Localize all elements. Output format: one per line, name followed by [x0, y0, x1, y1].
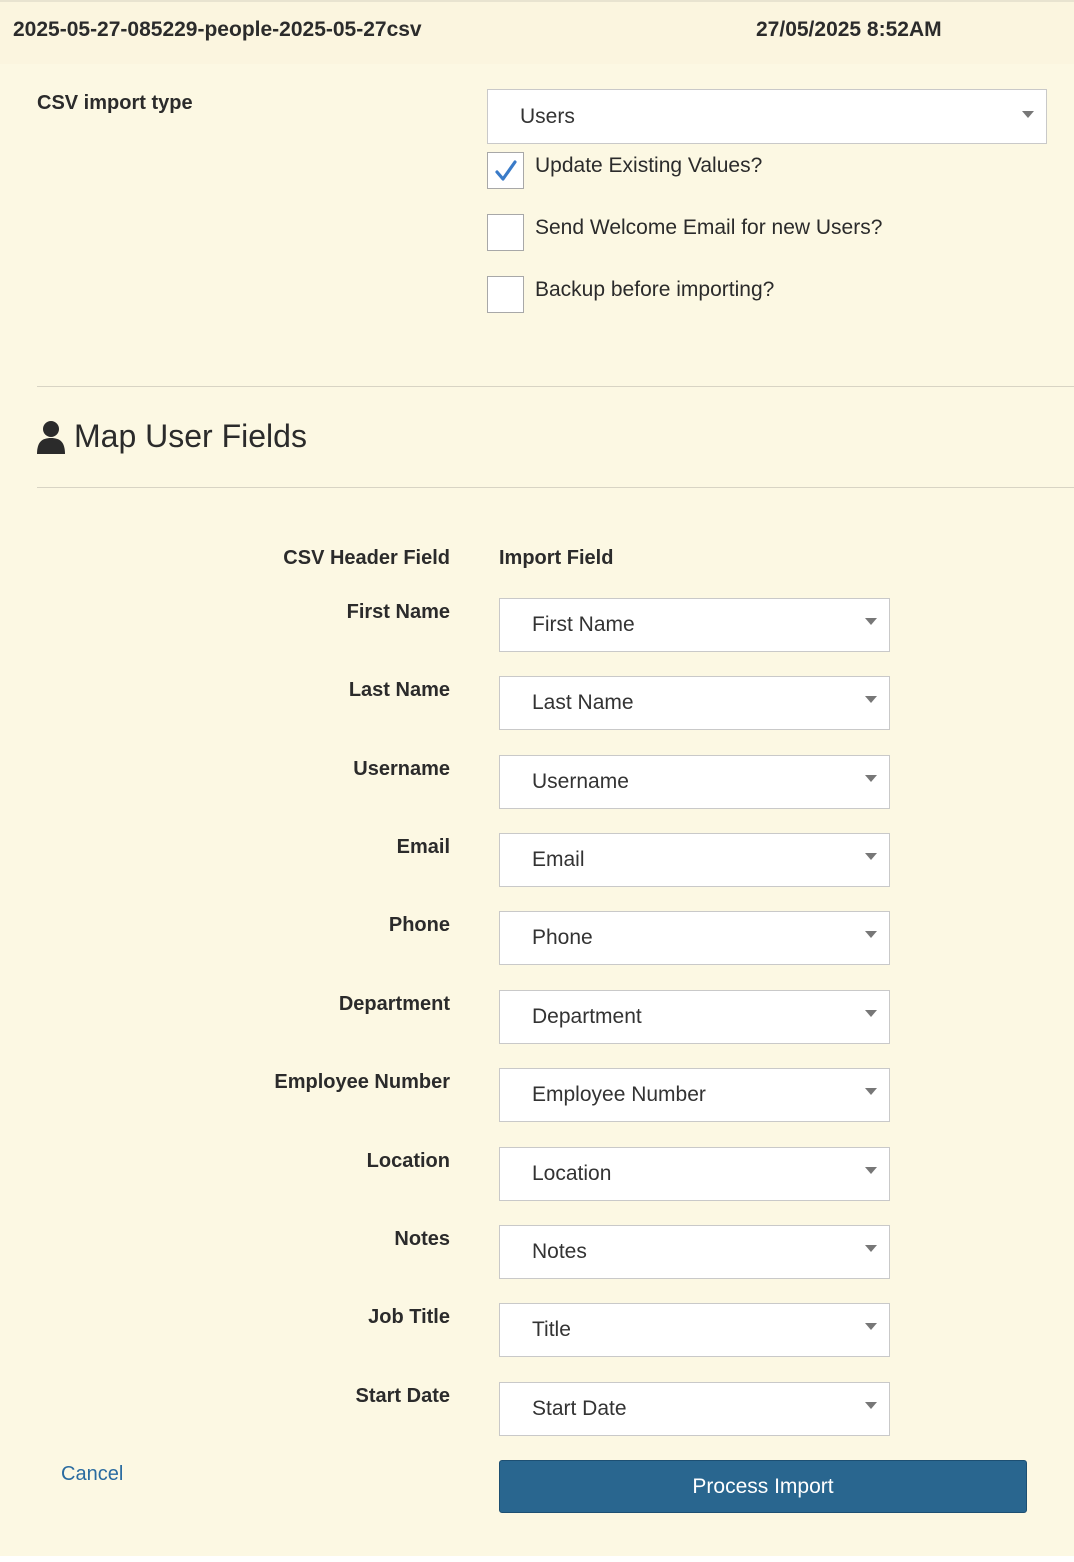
caret-down-icon: [865, 853, 877, 860]
cancel-link[interactable]: Cancel: [61, 1463, 123, 1486]
import-field-value: Notes: [532, 1240, 587, 1263]
csv-field-label: Employee Number: [274, 1071, 450, 1093]
caret-down-icon: [865, 1088, 877, 1095]
import-field-select[interactable]: Email: [499, 833, 890, 887]
import-field-select[interactable]: Phone: [499, 911, 890, 965]
csv-field-label: Email: [396, 836, 450, 858]
import-type-select[interactable]: Users: [487, 89, 1047, 144]
csv-field-label: Department: [338, 993, 450, 1015]
import-field-select[interactable]: Start Date: [499, 1382, 890, 1436]
csv-header-column-title: CSV Header Field: [283, 547, 450, 569]
csv-field-label: First Name: [346, 601, 450, 623]
caret-down-icon: [865, 775, 877, 782]
csv-field-label: Username: [353, 758, 450, 780]
caret-down-icon: [865, 1245, 877, 1252]
caret-down-icon: [865, 1167, 877, 1174]
file-name: 2025-05-27-085229-people-2025-05-27csv: [13, 18, 422, 41]
page-bottom-edge: [0, 1556, 1074, 1562]
import-field-value: Username: [532, 770, 629, 793]
csv-field-label: Job Title: [368, 1306, 450, 1328]
import-field-value: Phone: [532, 926, 593, 949]
import-type-value: Users: [520, 104, 575, 128]
caret-down-icon: [865, 931, 877, 938]
caret-down-icon: [865, 696, 877, 703]
import-type-label: CSV import type: [37, 92, 193, 114]
import-field-value: Department: [532, 1005, 642, 1028]
top-border: [0, 0, 1074, 2]
import-field-select[interactable]: Last Name: [499, 676, 890, 730]
import-field-value: Start Date: [532, 1397, 627, 1420]
backup-checkbox[interactable]: [487, 276, 524, 313]
csv-field-label: Start Date: [355, 1385, 450, 1407]
import-field-value: Title: [532, 1318, 571, 1341]
caret-down-icon: [865, 618, 877, 625]
caret-down-icon: [865, 1323, 877, 1330]
csv-field-label: Notes: [394, 1228, 450, 1250]
divider: [37, 386, 1074, 387]
checkmark-icon: [495, 160, 517, 181]
process-import-button[interactable]: Process Import: [499, 1460, 1027, 1513]
import-field-value: Email: [532, 848, 585, 871]
update-existing-checkbox[interactable]: [487, 152, 524, 189]
import-field-value: Employee Number: [532, 1083, 706, 1106]
caret-down-icon: [865, 1010, 877, 1017]
import-field-column-title: Import Field: [499, 547, 614, 569]
csv-field-label: Last Name: [348, 679, 450, 701]
import-field-select[interactable]: First Name: [499, 598, 890, 652]
csv-field-label: Location: [366, 1150, 450, 1172]
import-field-select[interactable]: Location: [499, 1147, 890, 1201]
import-field-select[interactable]: Notes: [499, 1225, 890, 1279]
section-title: Map User Fields: [74, 418, 307, 454]
backup-label: Backup before importing?: [535, 278, 775, 301]
csv-field-label: Phone: [388, 914, 450, 936]
send-welcome-checkbox[interactable]: [487, 214, 524, 251]
file-header: 2025-05-27-085229-people-2025-05-27csv 2…: [0, 0, 1074, 64]
import-field-value: Location: [532, 1162, 612, 1185]
user-icon: [37, 421, 65, 454]
import-field-select[interactable]: Employee Number: [499, 1068, 890, 1122]
caret-down-icon: [1022, 111, 1034, 118]
divider: [37, 487, 1074, 488]
import-field-select[interactable]: Username: [499, 755, 890, 809]
file-timestamp: 27/05/2025 8:52AM: [756, 18, 942, 41]
import-field-select[interactable]: Department: [499, 990, 890, 1044]
import-field-value: Last Name: [532, 691, 634, 714]
import-field-select[interactable]: Title: [499, 1303, 890, 1357]
send-welcome-label: Send Welcome Email for new Users?: [535, 216, 883, 239]
caret-down-icon: [865, 1402, 877, 1409]
import-field-value: First Name: [532, 613, 635, 636]
update-existing-label: Update Existing Values?: [535, 154, 763, 177]
